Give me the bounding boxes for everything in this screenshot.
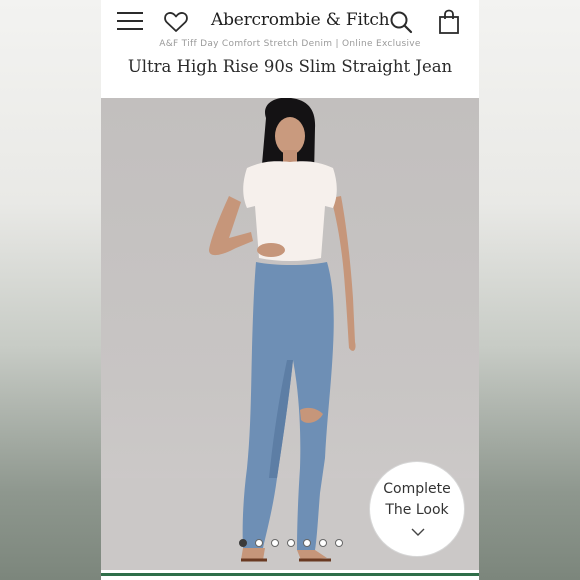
collection-label: A&F Tiff Day Comfort Stretch Denim | Onl…	[159, 39, 421, 49]
heart-icon[interactable]	[163, 10, 189, 34]
carousel-dot[interactable]	[271, 539, 279, 547]
accent-stripe	[101, 573, 479, 576]
bottom-bar	[101, 570, 479, 580]
menu-icon[interactable]	[117, 12, 143, 32]
product-title: Ultra High Rise 90s Slim Straight Jean	[127, 57, 453, 76]
carousel-dot[interactable]	[303, 539, 311, 547]
product-image[interactable]: Complete The Look	[101, 98, 479, 570]
carousel-dot[interactable]	[319, 539, 327, 547]
carousel-dot[interactable]	[287, 539, 295, 547]
chevron-down-icon	[411, 528, 425, 536]
complete-the-look-button[interactable]: Complete The Look	[369, 461, 465, 557]
carousel-dot[interactable]	[239, 539, 247, 547]
phone-screen: Abercrombie & Fitch A&F Tiff Day Comfort…	[101, 0, 479, 580]
brand-logo[interactable]: Abercrombie & Fitch	[211, 10, 390, 30]
carousel-dot[interactable]	[335, 539, 343, 547]
shopping-bag-icon[interactable]	[438, 9, 460, 35]
carousel-dots	[239, 539, 349, 549]
search-icon[interactable]	[389, 10, 413, 34]
complete-look-line1: Complete	[383, 481, 451, 497]
carousel-dot[interactable]	[255, 539, 263, 547]
complete-look-line2: The Look	[385, 502, 449, 518]
